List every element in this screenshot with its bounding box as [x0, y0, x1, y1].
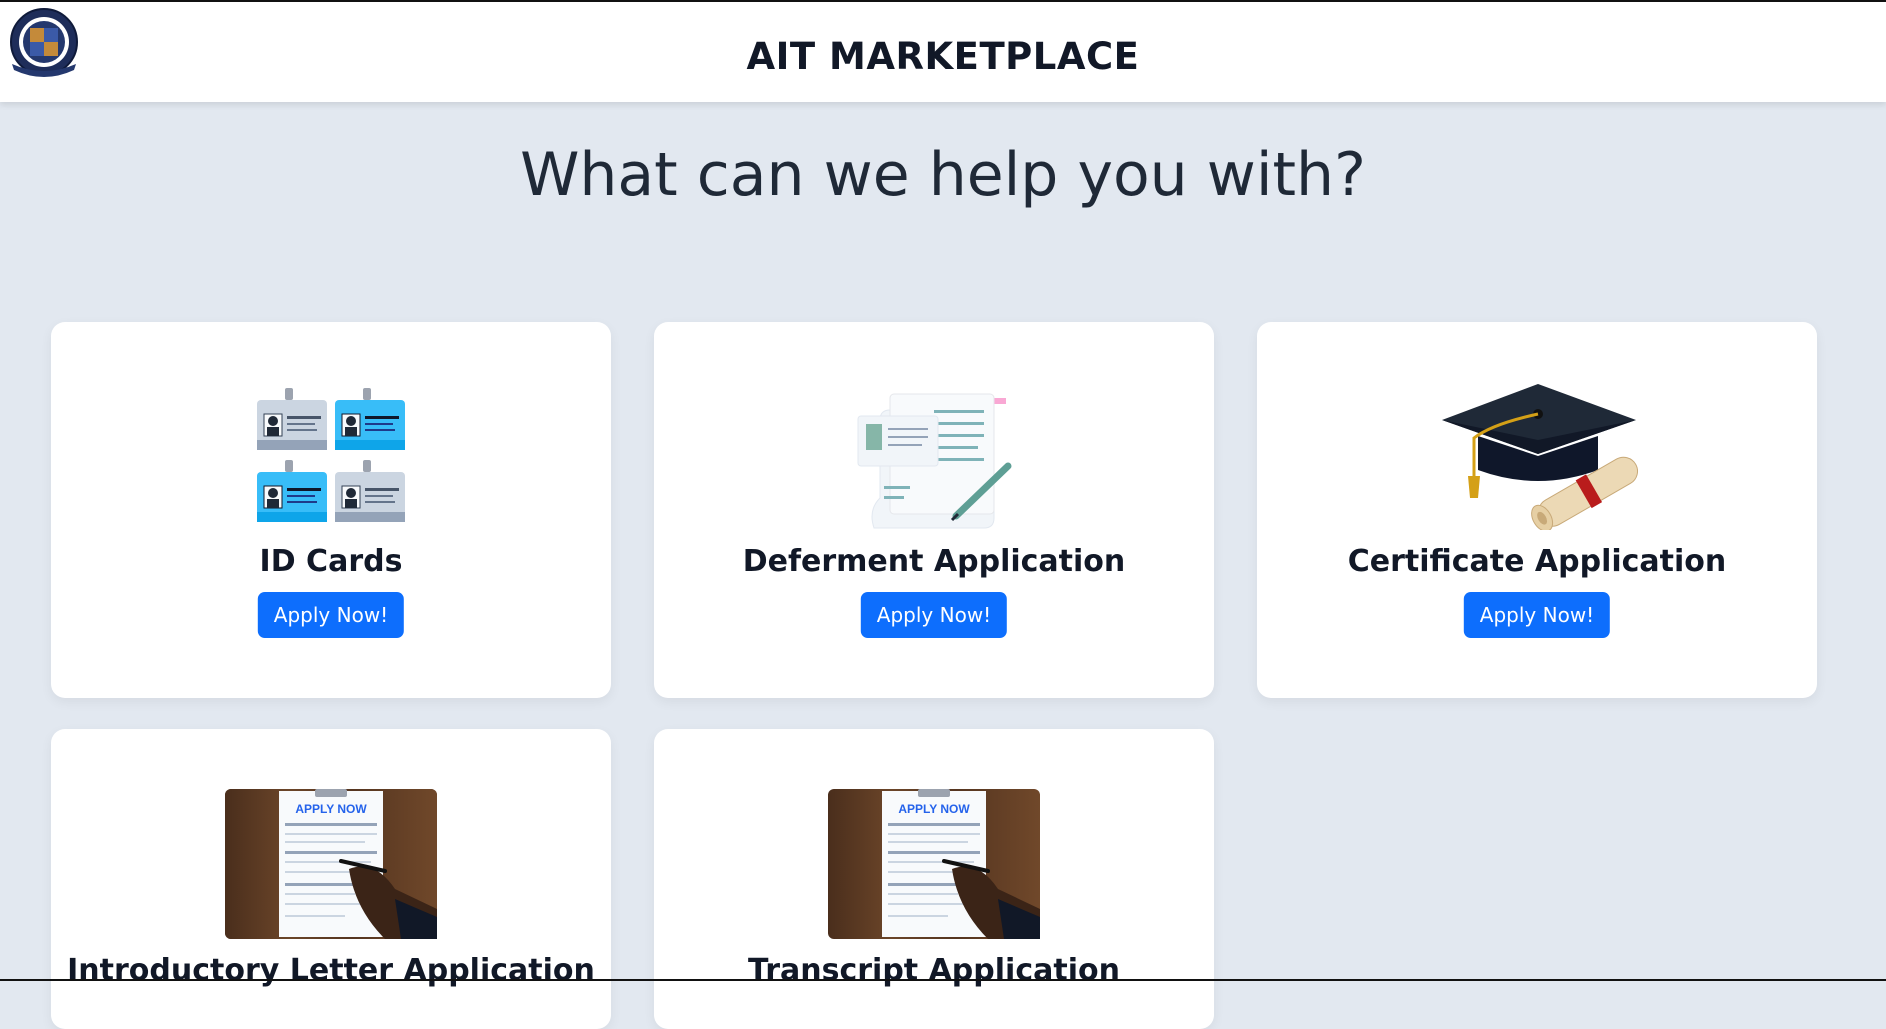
service-title: Certificate Application — [1347, 544, 1727, 579]
apply-now-form-icon: APPLY NOW — [225, 789, 437, 939]
service-title: Introductory Letter Application — [67, 953, 595, 988]
form-heading-text: APPLY NOW — [898, 802, 970, 816]
apply-now-form-icon: APPLY NOW — [828, 789, 1040, 939]
document-pen-icon — [857, 393, 1012, 529]
graduation-cap-diploma-icon — [1442, 384, 1639, 530]
service-title: ID Cards — [259, 544, 403, 579]
id-cards-icon — [257, 388, 405, 522]
service-title: Transcript Application — [748, 953, 1120, 988]
site-title: AIT MARKETPLACE — [746, 35, 1140, 78]
top-navbar: AIT MARKETPLACE — [0, 0, 1886, 102]
service-card-deferment: Deferment Application Apply Now! — [654, 322, 1214, 698]
service-card-certificate: Certificate Application Apply Now! — [1257, 322, 1817, 698]
service-title: Deferment Application — [742, 544, 1126, 579]
form-heading-text: APPLY NOW — [295, 802, 367, 816]
service-card-id-cards: ID Cards Apply Now! — [51, 322, 611, 698]
apply-now-button-id-cards[interactable]: Apply Now! — [257, 592, 405, 638]
apply-now-button-deferment[interactable]: Apply Now! — [860, 592, 1008, 638]
page-heading: What can we help you with? — [520, 140, 1366, 210]
service-card-introductory-letter: APPLY NOW Introductory Letter Applicatio… — [51, 729, 611, 1029]
service-card-transcript: APPLY NOW Transcript Application — [654, 729, 1214, 1029]
apply-now-button-certificate[interactable]: Apply Now! — [1463, 592, 1611, 638]
